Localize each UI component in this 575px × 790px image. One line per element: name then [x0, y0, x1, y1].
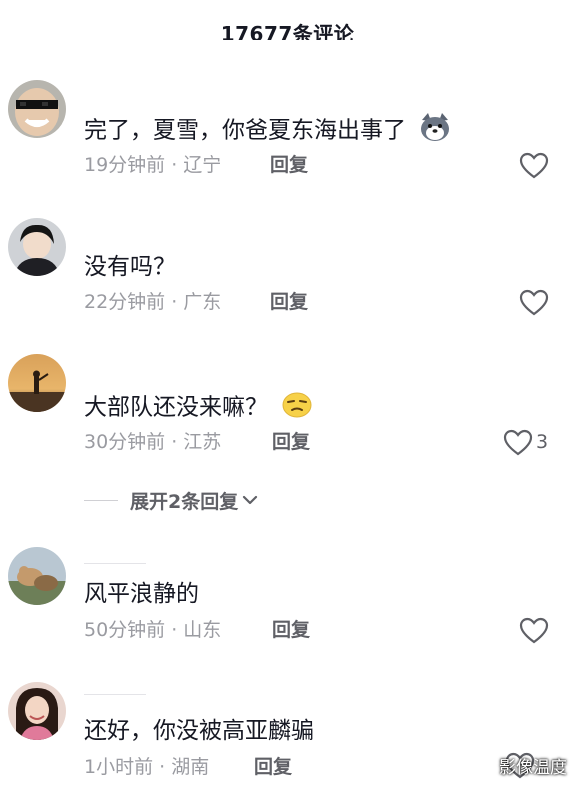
avatar[interactable]: [8, 80, 66, 138]
like-count: 3: [536, 431, 549, 453]
chevron-down-icon: [242, 491, 258, 510]
comment-text: 没有吗？: [84, 254, 176, 280]
heart-outline-icon[interactable]: [519, 289, 551, 317]
avatar[interactable]: [8, 354, 66, 412]
reply-button[interactable]: 回复: [272, 617, 310, 643]
comment-meta: 30分钟前 · 江苏: [84, 431, 222, 453]
avatar[interactable]: [8, 682, 66, 740]
husky-emoji-icon: [419, 112, 451, 150]
divider: [84, 563, 146, 564]
comments-page: 17677条评论 完了，夏雪，你爸夏东海出事了 19分钟前 · 辽宁 回复 没有…: [0, 0, 575, 790]
comment-meta: 19分钟前 · 辽宁: [84, 154, 222, 176]
comment-count-title: 17677条评论: [220, 22, 355, 40]
comment-text: 风平浪静的: [84, 581, 199, 607]
comment-text: 还好，你没被高亚麟骗: [84, 718, 314, 744]
heart-outline-icon[interactable]: [519, 617, 551, 645]
expand-divider: [84, 499, 118, 501]
watermark: 影像温度: [499, 758, 567, 778]
divider: [84, 694, 146, 695]
comment-text-content: 大部队还没来嘛？: [84, 394, 268, 421]
comment-meta: 22分钟前 · 广东: [84, 291, 222, 313]
smirk-emoji-icon: [281, 390, 313, 426]
reply-button[interactable]: 回复: [254, 754, 292, 780]
heart-outline-icon[interactable]: [503, 429, 535, 457]
comment-meta: 50分钟前 · 山东: [84, 619, 222, 641]
expand-replies-button[interactable]: 展开2条回复: [84, 487, 258, 513]
reply-button[interactable]: 回复: [272, 429, 310, 455]
comment-meta: 1小时前 · 湖南: [84, 756, 210, 778]
heart-outline-icon[interactable]: [519, 152, 551, 180]
avatar[interactable]: [8, 218, 66, 276]
avatar[interactable]: [8, 547, 66, 605]
reply-button[interactable]: 回复: [270, 289, 308, 315]
comment-text-content: 完了，夏雪，你爸夏东海出事了: [84, 117, 406, 144]
comment-text: 完了，夏雪，你爸夏东海出事了: [84, 112, 451, 150]
reply-button[interactable]: 回复: [270, 152, 308, 178]
comment-text: 大部队还没来嘛？: [84, 390, 313, 426]
expand-replies-label: 展开2条回复: [130, 490, 239, 513]
